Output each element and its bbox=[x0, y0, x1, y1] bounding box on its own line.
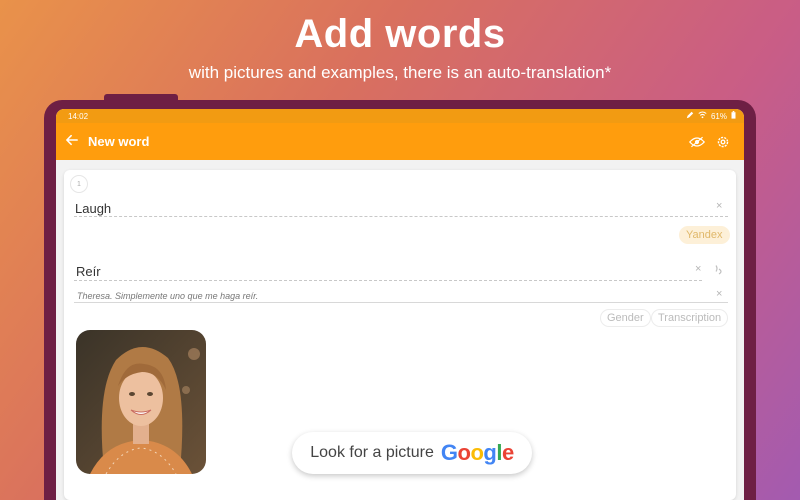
translation-field[interactable]: Reír bbox=[76, 264, 101, 279]
example-field[interactable]: Theresa. Simplemente uno que me haga reí… bbox=[77, 291, 258, 301]
example-field-underline bbox=[74, 302, 728, 303]
search-picture-label: Look for a picture bbox=[310, 444, 434, 461]
word-number-badge: 1 bbox=[70, 175, 88, 193]
battery-text: 61% bbox=[710, 111, 727, 121]
google-letter: g bbox=[483, 440, 497, 465]
settings-icon[interactable] bbox=[710, 135, 736, 149]
eye-icon[interactable] bbox=[684, 136, 710, 148]
speaker-icon[interactable] bbox=[714, 264, 724, 282]
google-letter: G bbox=[440, 440, 458, 465]
word-picture[interactable] bbox=[76, 330, 206, 474]
clear-translation-icon[interactable]: × bbox=[695, 263, 701, 275]
search-picture-google-button[interactable]: Look for a picture Google bbox=[292, 432, 532, 474]
page-title: New word bbox=[88, 134, 150, 149]
gender-button[interactable]: Gender bbox=[600, 309, 651, 327]
battery-icon bbox=[731, 111, 736, 121]
google-letter: e bbox=[501, 440, 514, 465]
clear-word-icon[interactable]: × bbox=[716, 200, 722, 212]
status-icons: 61% bbox=[686, 111, 736, 121]
status-bar: 14:02 61% bbox=[56, 109, 744, 123]
promo-headline: Add words bbox=[294, 12, 506, 56]
app-screen: 14:02 61% New word 1 Laugh × Yandex Reír… bbox=[56, 109, 744, 500]
clear-example-icon[interactable]: × bbox=[716, 288, 722, 300]
translation-field-underline bbox=[74, 280, 702, 281]
word-card: 1 Laugh × Yandex Reír × Theresa. Simplem… bbox=[64, 170, 736, 500]
edit-icon bbox=[686, 111, 694, 121]
google-logo: Google bbox=[441, 440, 514, 466]
yandex-translate-button[interactable]: Yandex bbox=[679, 226, 730, 244]
app-bar: New word bbox=[56, 123, 744, 160]
google-letter: o bbox=[457, 440, 471, 465]
arrow-left-icon[interactable] bbox=[66, 133, 88, 151]
transcription-button[interactable]: Transcription bbox=[651, 309, 729, 327]
promo-subheadline: with pictures and examples, there is an … bbox=[188, 63, 612, 82]
word-field[interactable]: Laugh bbox=[75, 201, 111, 216]
status-time: 14:02 bbox=[68, 111, 89, 121]
word-field-underline bbox=[74, 216, 728, 217]
google-letter: o bbox=[470, 440, 484, 465]
wifi-icon bbox=[698, 111, 707, 121]
